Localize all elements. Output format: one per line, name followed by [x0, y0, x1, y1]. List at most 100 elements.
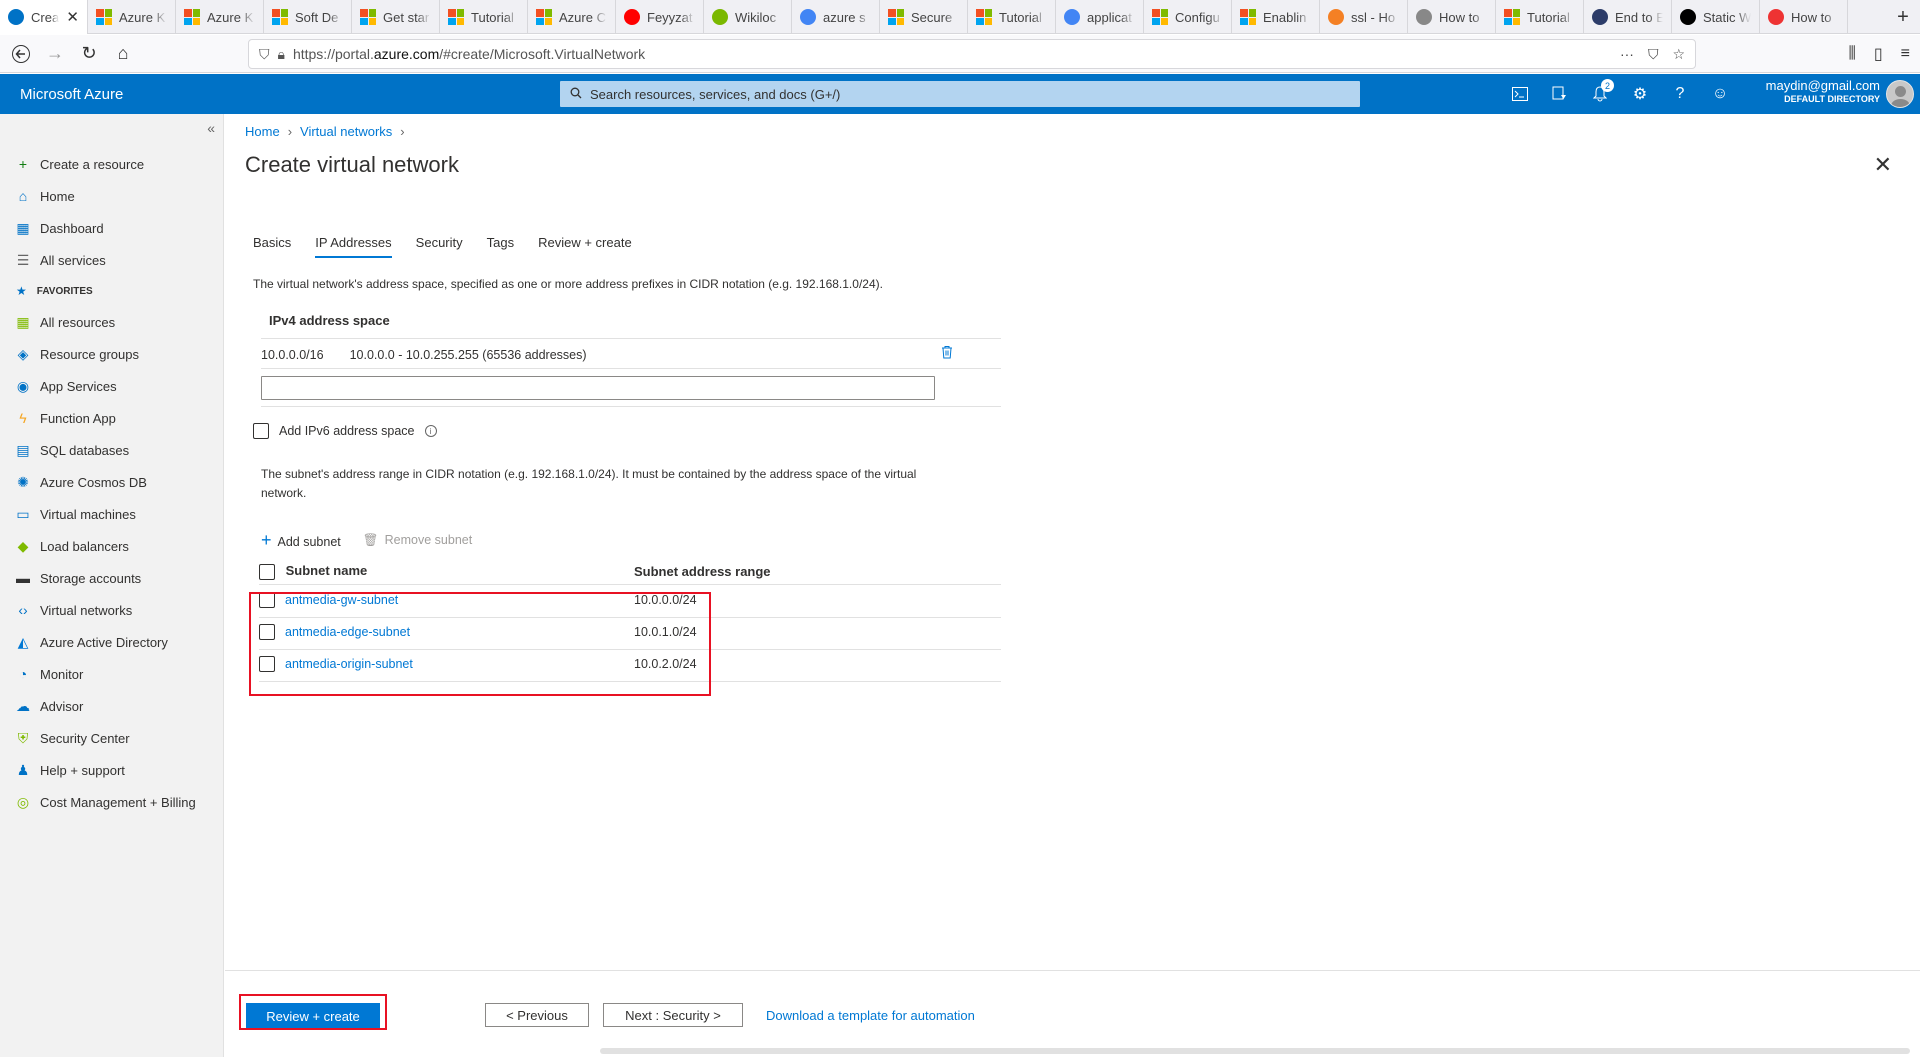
sidebar-item-storage-accounts[interactable]: ▬ Storage accounts [0, 562, 224, 594]
sidebar-item-azure-active-directory[interactable]: ◭ Azure Active Directory [0, 626, 224, 658]
sidebar-item-all-resources[interactable]: ▦ All resources [0, 306, 224, 338]
browser-tab[interactable]: azure s [792, 0, 880, 34]
feedback-smiley-icon[interactable]: ☺ [1700, 74, 1740, 114]
sidebar-item-monitor[interactable]: ◔ Monitor [0, 658, 224, 690]
brand-title[interactable]: Microsoft Azure [0, 86, 560, 103]
plus-icon: + [18, 156, 28, 172]
next-security-button[interactable]: Next : Security > [603, 1003, 743, 1027]
browser-tab[interactable]: Tutorial [1496, 0, 1584, 34]
close-icon[interactable]: ✕ [1874, 152, 1892, 178]
address-space-description: The virtual network's address space, spe… [253, 277, 883, 291]
sidebar-item-all-services[interactable]: ☰ All services [0, 244, 224, 276]
ipv6-option[interactable]: Add IPv6 address space i [253, 423, 437, 439]
browser-tab[interactable]: How to [1760, 0, 1848, 34]
browser-tab-title: Crea [31, 9, 60, 25]
back-icon[interactable] [4, 37, 38, 71]
tab-basics[interactable]: Basics [253, 235, 291, 258]
sidebar-toggle-icon[interactable]: ▯ [1874, 44, 1883, 64]
ipv4-address-input[interactable] [261, 376, 935, 400]
browser-tab[interactable]: Configu [1144, 0, 1232, 34]
app-services-icon: ◉ [16, 377, 30, 394]
sidebar-item-load-balancers[interactable]: ◆ Load balancers [0, 530, 224, 562]
browser-tab[interactable]: Tutorial [440, 0, 528, 34]
browser-tab[interactable]: How to [1408, 0, 1496, 34]
browser-tab[interactable]: Crea ✕ [0, 0, 88, 34]
browser-tab[interactable]: Feyyzat [616, 0, 704, 34]
breadcrumb-virtual-networks[interactable]: Virtual networks [300, 124, 392, 139]
sidebar-item-resource-groups[interactable]: ◈ Resource groups [0, 338, 224, 370]
sidebar-item-advisor[interactable]: ☁ Advisor [0, 690, 224, 722]
close-tab-icon[interactable]: ✕ [66, 8, 79, 26]
settings-gear-icon[interactable]: ⚙ [1620, 74, 1660, 114]
cloud-shell-icon[interactable] [1500, 74, 1540, 114]
download-template-link[interactable]: Download a template for automation [766, 1008, 975, 1023]
library-icon[interactable]: ⫼ [1848, 45, 1855, 63]
vm-icon: ▭ [16, 505, 30, 522]
sidebar-item-azure-cosmos-db[interactable]: ✺ Azure Cosmos DB [0, 466, 224, 498]
remove-subnet-button[interactable]: 🗑︎ Remove subnet [363, 533, 472, 548]
new-tab-button[interactable]: + [1886, 0, 1920, 34]
directory-filter-icon[interactable] [1540, 74, 1580, 114]
sidebar-item-virtual-machines[interactable]: ▭ Virtual machines [0, 498, 224, 530]
sidebar-item-home[interactable]: ⌂ Home [0, 180, 224, 212]
sidebar-item-label: Function App [40, 410, 116, 426]
tab-tags[interactable]: Tags [487, 235, 514, 258]
tab-security[interactable]: Security [416, 235, 463, 258]
url-bar[interactable]: ⛉ 🔒︎ https://portal.azure.com/#create/Mi… [248, 39, 1696, 69]
help-icon: ♟ [16, 761, 30, 778]
browser-tab[interactable]: Wikiloc [704, 0, 792, 34]
browser-tab[interactable]: Azure K [88, 0, 176, 34]
menu-icon[interactable]: ≡ [1901, 45, 1910, 63]
browser-tab[interactable]: Azure C [528, 0, 616, 34]
tab-review-create[interactable]: Review + create [538, 235, 632, 258]
sidebar-item-label: Virtual machines [40, 506, 136, 522]
horizontal-scrollbar[interactable] [600, 1048, 1910, 1054]
help-icon[interactable]: ? [1660, 74, 1700, 114]
add-subnet-button[interactable]: + Add subnet [261, 530, 341, 551]
sidebar-item-sql-databases[interactable]: ▤ SQL databases [0, 434, 224, 466]
sidebar-item-label: Advisor [40, 698, 84, 714]
tab-ip-addresses[interactable]: IP Addresses [315, 235, 392, 258]
browser-tab[interactable]: Enablin [1232, 0, 1320, 34]
reload-icon[interactable]: ↻ [72, 37, 106, 71]
notifications-icon[interactable]: 2 [1580, 74, 1620, 114]
sidebar-item-app-services[interactable]: ◉ App Services [0, 370, 224, 402]
sidebar-item-function-app[interactable]: ϟ Function App [0, 402, 224, 434]
browser-tab[interactable]: Get star [352, 0, 440, 34]
sidebar-item-security-center[interactable]: ⛨ Security Center [0, 722, 224, 754]
browser-tab[interactable]: ssl - Ho [1320, 0, 1408, 34]
info-icon[interactable]: i [424, 425, 437, 437]
browser-tab[interactable]: applicat [1056, 0, 1144, 34]
avatar[interactable] [1886, 80, 1914, 108]
search-input[interactable]: Search resources, services, and docs (G+… [560, 81, 1360, 107]
browser-tab[interactable]: Azure K [176, 0, 264, 34]
select-all-checkbox[interactable] [259, 563, 275, 580]
browser-tab[interactable]: Static W [1672, 0, 1760, 34]
sidebar-item-cost-management-billing[interactable]: ◎ Cost Management + Billing [0, 786, 224, 818]
browser-tab[interactable]: Soft De [264, 0, 352, 34]
ms-favicon-icon [448, 9, 464, 25]
pocket-icon[interactable]: ⛉ [1648, 46, 1659, 63]
page-title: Create virtual network [245, 152, 459, 177]
delete-address-icon[interactable] [941, 345, 953, 362]
sidebar-item-dashboard[interactable]: ▦ Dashboard [0, 212, 224, 244]
browser-tab[interactable]: Tutorial [968, 0, 1056, 34]
sidebar-item-help-support[interactable]: ♟ Help + support [0, 754, 224, 786]
home-icon[interactable]: ⌂ [106, 37, 140, 71]
ipv6-checkbox[interactable] [253, 423, 269, 439]
browser-tab[interactable]: End to E [1584, 0, 1672, 34]
youtube-favicon-icon [624, 9, 640, 25]
forward-icon[interactable]: → [38, 37, 72, 71]
sidebar-item-label: Monitor [40, 666, 84, 682]
account-menu[interactable]: maydin@gmail.com DEFAULT DIRECTORY [1766, 78, 1880, 104]
collapse-nav-icon[interactable]: « [207, 120, 215, 136]
sidebar-item-virtual-networks[interactable]: ‹› Virtual networks [0, 594, 224, 626]
function-icon: ϟ [19, 410, 27, 426]
browser-tab[interactable]: Secure [880, 0, 968, 34]
page-actions-icon[interactable]: ··· [1620, 46, 1634, 63]
sidebar-item-create-a-resource[interactable]: + Create a resource [0, 148, 224, 180]
previous-button[interactable]: < Previous [485, 1003, 589, 1027]
bookmark-star-icon[interactable]: ☆ [1672, 46, 1685, 63]
breadcrumb-home[interactable]: Home [245, 124, 280, 139]
divider [261, 338, 1001, 339]
